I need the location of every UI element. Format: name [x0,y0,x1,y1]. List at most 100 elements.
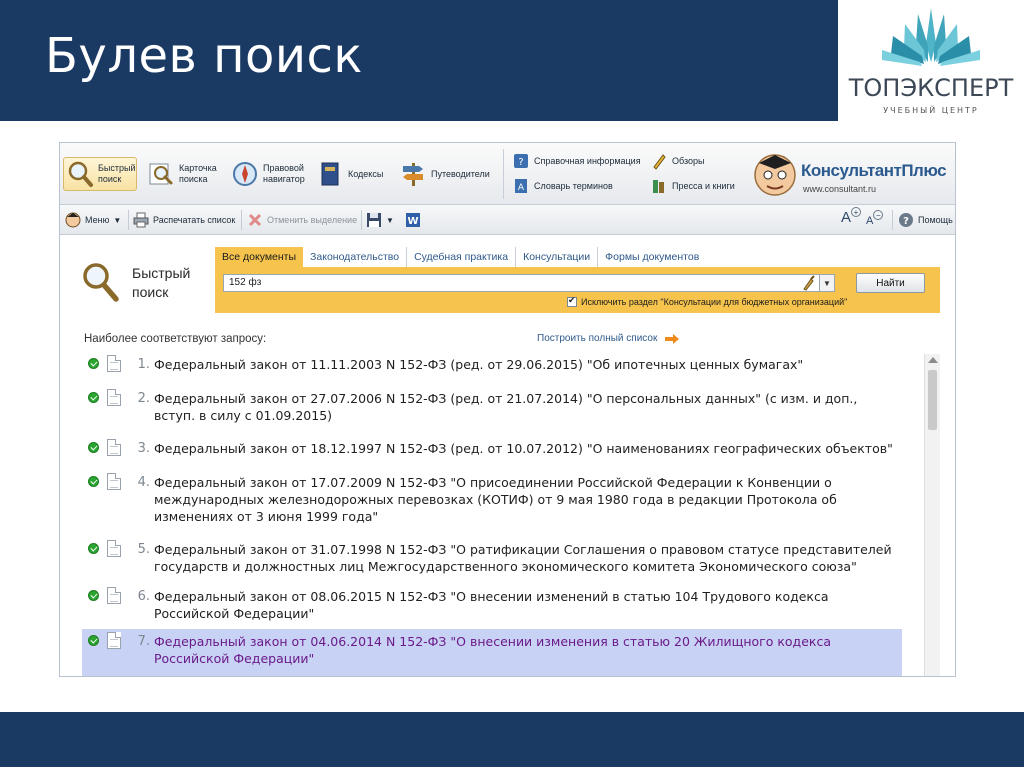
guides-button[interactable]: Путеводители [399,157,490,191]
result-title[interactable]: Федеральный закон от 27.07.2006 N 152-ФЗ… [154,390,894,424]
document-icon [107,389,121,406]
document-icon [107,355,121,372]
list-item-selected[interactable]: 7. Федеральный закон от 04.06.2014 N 152… [82,629,902,676]
card-search-label: Карточка поиска [179,163,217,184]
press-books-button[interactable]: Пресса и книги [650,177,735,195]
quick-search-button[interactable]: Быстрый поиск [63,157,137,191]
card-search-button[interactable]: Карточка поиска [147,157,219,191]
ribbon-separator [503,149,504,199]
search-history-dropdown[interactable]: ▼ [819,274,835,292]
find-button[interactable]: Найти [856,273,925,293]
result-title[interactable]: Федеральный закон от 18.12.1997 N 152-ФЗ… [154,440,894,457]
brand-logo: ТОПЭКСПЕРТ УЧЕБНЫЙ ЦЕНТР [838,0,1024,121]
slide-footer [0,712,1024,767]
consultant-plus-logo: КонсультантПлюс www.consultant.ru [753,151,953,199]
reviews-label: Обзоры [672,156,705,166]
menu-button[interactable]: Меню ▼ [65,211,121,229]
document-icon [107,540,121,557]
consultant-window: Быстрый поиск Карточка поиска Правовой н… [59,142,956,677]
increase-font-button[interactable]: A + [841,207,862,226]
printer-icon [133,212,149,228]
list-item[interactable]: 2. Федеральный закон от 27.07.2006 N 152… [82,388,902,438]
press-books-label: Пресса и книги [672,181,735,191]
minus-icon: − [873,210,884,220]
slide-header: Булев поиск [0,0,838,121]
tab-court-practice[interactable]: Судебная практика [407,247,517,267]
results-heading: Наиболее соответствуют запросу: [84,333,267,345]
card-search-icon [149,163,173,185]
toolbar-separator [892,210,893,230]
legal-navigator-button[interactable]: Правовой навигатор [231,157,309,191]
document-icon [107,473,121,490]
magnifier-icon [68,161,93,187]
books-icon [653,180,664,193]
results-scrollbar[interactable] [924,354,940,676]
broom-icon[interactable] [801,275,817,291]
scroll-up-icon[interactable] [928,357,938,363]
export-word-button[interactable]: W [405,211,425,229]
magnifier-icon [83,263,119,302]
tab-document-forms[interactable]: Формы документов [598,247,706,267]
build-full-list-label: Построить полный список [537,333,658,344]
quick-search-title: Быстрый поиск [132,264,202,302]
chevron-down-icon: ▼ [113,215,122,225]
chevron-down-icon: ▼ [386,215,394,225]
slide-title: Булев поиск [45,28,363,84]
guides-label: Путеводители [431,168,490,179]
tab-legislation[interactable]: Законодательство [303,247,408,267]
arrow-right-icon [665,333,680,344]
lotus-logo-icon [882,8,980,66]
save-button[interactable]: ▼ [366,211,394,229]
check-icon [88,476,99,487]
print-list-button[interactable]: Распечатать список [133,211,235,229]
result-title[interactable]: Федеральный закон от 31.07.1998 N 152-ФЗ… [154,541,894,575]
list-item[interactable]: 1. Федеральный закон от 11.11.2003 N 152… [82,354,902,388]
document-tabs: Все документы Законодательство Судебная … [215,247,706,267]
help-button[interactable]: ? Помощь [898,211,953,229]
decrease-font-button[interactable]: A − [866,210,884,230]
help-icon: ? [899,213,913,227]
codes-button[interactable]: Кодексы [316,157,383,191]
unselect-button[interactable]: Отменить выделение [247,211,357,229]
consultant-plus-name: КонсультантПлюс [801,161,947,180]
list-item[interactable]: 4. Федеральный закон от 17.07.2009 N 152… [82,472,902,539]
pen-icon [653,154,666,170]
list-item[interactable]: 5. Федеральный закон от 31.07.1998 N 152… [82,539,902,586]
toolbar-separator [241,210,242,230]
scroll-thumb[interactable] [928,370,937,430]
glossary-label: Словарь терминов [534,181,613,191]
check-icon [88,543,99,554]
glossary-icon: A [515,179,527,193]
result-title[interactable]: Федеральный закон от 08.06.2015 N 152-ФЗ… [154,588,894,622]
build-full-list-link[interactable]: Построить полный список [537,333,680,344]
result-number: 6. [137,589,150,604]
reviews-button[interactable]: Обзоры [650,152,704,170]
result-number: 7. [137,634,150,649]
signpost-icon [403,163,423,186]
tab-consultations[interactable]: Консультации [516,247,599,267]
glossary-button[interactable]: A Словарь терминов [512,177,613,195]
compass-icon [233,162,257,186]
result-number: 2. [137,391,150,406]
brand-name: ТОПЭКСПЕРТ [848,74,1014,102]
exclude-consultations-checkbox[interactable]: Исключить раздел "Консультации для бюдже… [567,295,847,307]
quick-search-title-text: Быстрый поиск [132,265,191,300]
list-item[interactable]: 3. Федеральный закон от 18.12.1997 N 152… [82,438,902,472]
brand-subtitle: УЧЕБНЫЙ ЦЕНТР [883,106,979,115]
consultant-plus-url: www.consultant.ru [803,184,877,194]
list-item[interactable]: 6. Федеральный закон от 08.06.2015 N 152… [82,586,902,633]
result-title[interactable]: Федеральный закон от 11.11.2003 N 152-ФЗ… [154,356,894,373]
legal-navigator-label: Правовой навигатор [263,163,305,184]
menu-label: Меню [85,215,110,225]
unselect-label: Отменить выделение [267,215,358,225]
reference-info-button[interactable]: ? Справочная информация [512,152,641,170]
font-increase-label: A [841,208,852,226]
check-icon [88,590,99,601]
tab-all-documents[interactable]: Все документы [215,247,304,267]
svg-text:A: A [518,183,525,193]
result-title[interactable]: Федеральный закон от 17.07.2009 N 152-ФЗ… [154,474,894,525]
search-input[interactable]: 152 фз [223,274,835,292]
result-title[interactable]: Федеральный закон от 04.06.2014 N 152-ФЗ… [154,633,894,667]
ribbon: Быстрый поиск Карточка поиска Правовой н… [60,143,955,205]
checkbox-box[interactable] [567,295,577,307]
